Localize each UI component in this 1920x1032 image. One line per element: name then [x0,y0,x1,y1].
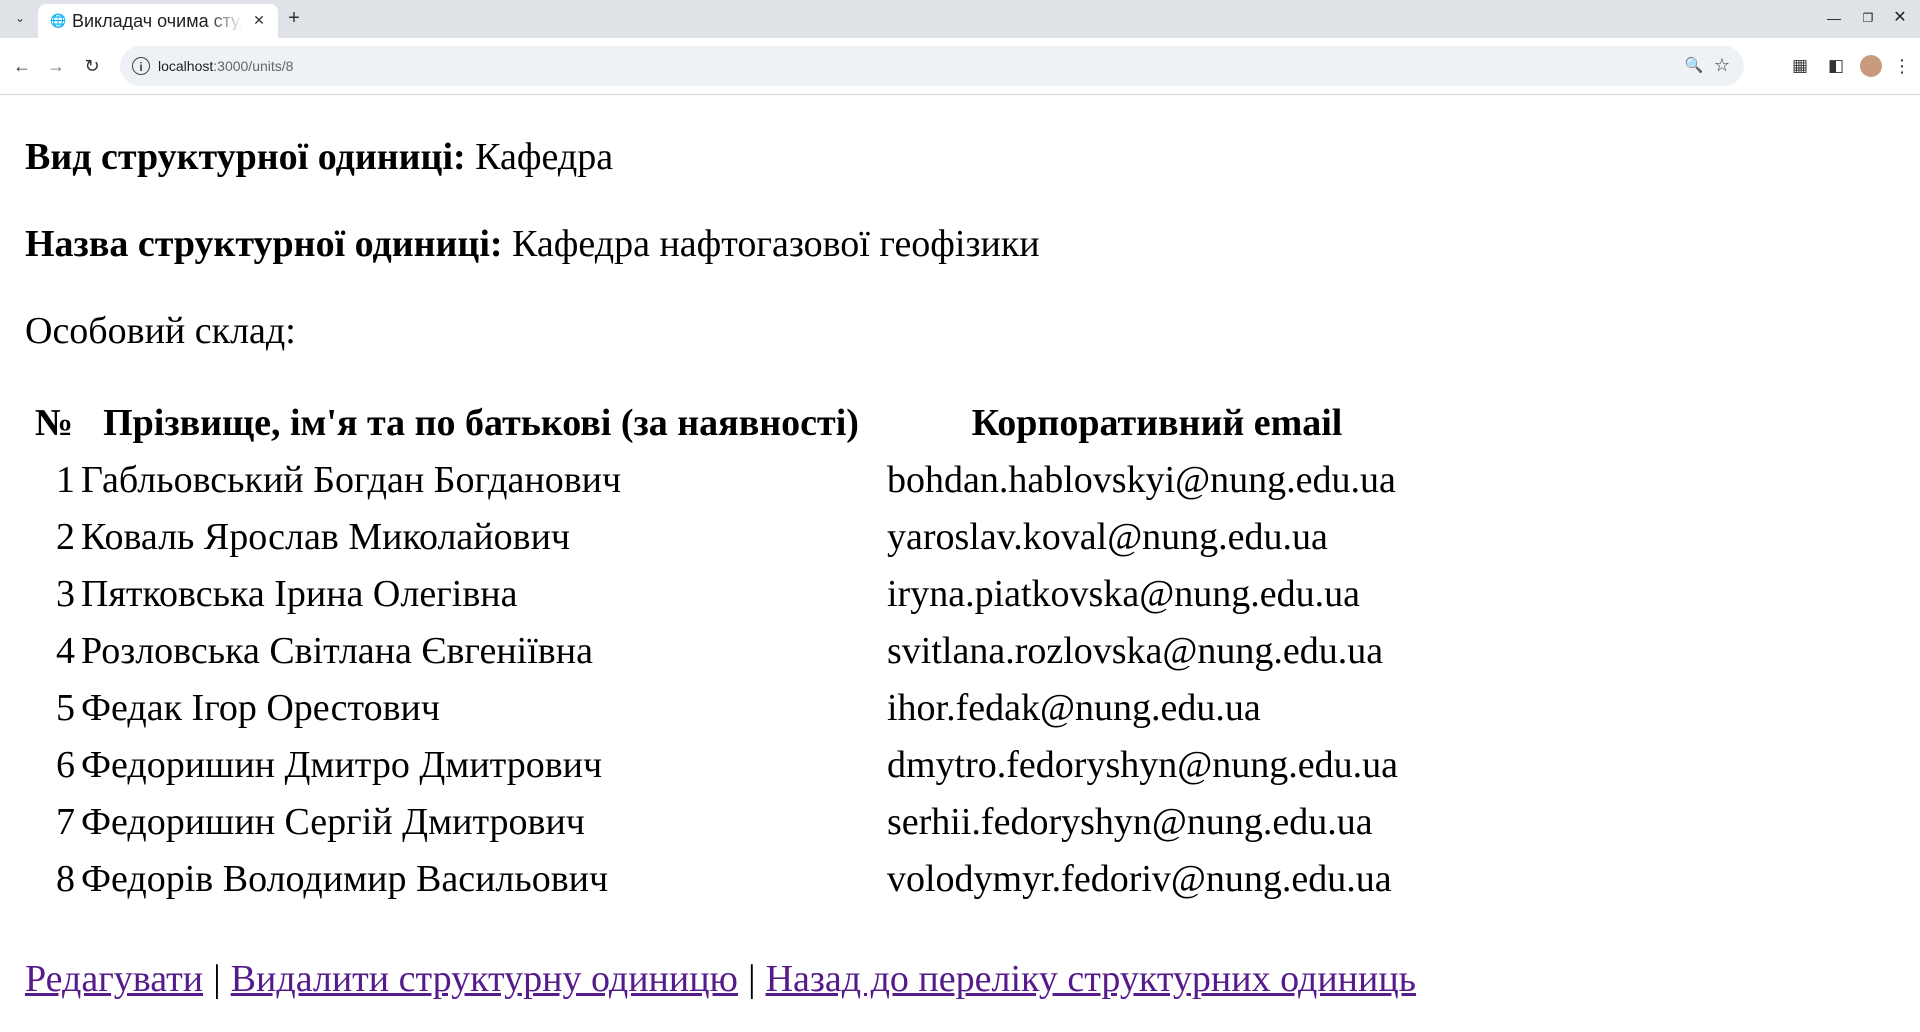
browser-tab-strip: ⌄ 🌐 Викладач очима студента ✕ + — ❐ ✕ [0,0,1920,38]
table-row: 3 Пятковська Ірина Олегівна iryna.piatko… [31,566,1429,623]
table-row: 1 Габльовський Богдан Богданович bohdan.… [31,452,1429,509]
unit-name: Назва структурної одиниці: Кафедра нафто… [25,222,1040,266]
action-links: Редагувати | Видалити структурну одиницю | Н… [25,957,1416,1001]
row-email: yaroslav.koval@nung.edu.ua [887,516,1328,558]
row-name: Федак Ігор Орестович [81,687,440,729]
row-number: 5 [56,687,75,729]
table-row: 2 Коваль Ярослав Миколайович yaroslav.ko… [31,509,1429,566]
window-close-icon[interactable]: ✕ [1888,8,1912,28]
row-number: 7 [56,801,75,843]
row-name: Габльовський Богдан Богданович [81,459,622,501]
row-email: svitlana.rozlovska@nung.edu.ua [887,630,1384,672]
unit-name-label: Назва структурної одиниці: [25,223,503,265]
url-host: localhost [158,58,214,74]
row-email: bohdan.hablovskyi@nung.edu.ua [887,459,1396,501]
delete-unit-link[interactable]: Видалити структурну одиницю [231,958,738,1000]
info-icon[interactable]: i [132,57,150,75]
side-panel-icon[interactable]: ◧ [1824,54,1848,78]
staff-heading: Особовий склад: [25,310,296,352]
table-header-row: № Прізвище, ім'я та по батькові (за наяв… [31,395,1429,452]
row-number: 4 [56,630,75,672]
row-name: Федорів Володимир Васильович [81,858,609,900]
row-email: dmytro.fedoryshyn@nung.edu.ua [887,744,1398,786]
row-number: 1 [56,459,75,501]
row-number: 6 [56,744,75,786]
table-row: 7 Федоришин Сергій Дмитрович serhii.fedo… [31,794,1429,851]
link-separator: | [213,958,221,1000]
restore-icon[interactable]: ❐ [1856,8,1880,28]
row-name: Пятковська Ірина Олегівна [81,573,518,615]
reload-icon[interactable]: ↻ [80,54,104,78]
zoom-icon[interactable]: 🔍 [1684,56,1704,76]
row-number: 8 [56,858,75,900]
arrow-left-icon[interactable]: ← [10,54,34,78]
row-name: Федоришин Сергій Дмитрович [81,801,585,843]
row-email: serhii.fedoryshyn@nung.edu.ua [887,801,1373,843]
puzzle-icon[interactable]: ▦ [1788,54,1812,78]
row-number: 2 [56,516,75,558]
link-separator: | [747,958,756,1000]
browser-tab[interactable]: 🌐 Викладач очима студента ✕ [38,4,278,38]
kebab-menu-icon[interactable]: ⋮ [1890,54,1914,78]
unit-type-value: Кафедра [475,136,614,178]
star-icon[interactable]: ☆ [1712,55,1732,75]
column-header-name: Прізвище, ім'я та по батькові (за наявно… [103,402,859,444]
column-header-email: Корпоративний email [971,402,1343,444]
avatar[interactable] [1860,55,1882,77]
row-email: volodymyr.fedoriv@nung.edu.ua [887,858,1392,900]
back-to-units-link[interactable]: Назад до переліку структурних одиниць [766,958,1416,1000]
row-email: ihor.fedak@nung.edu.ua [887,687,1261,729]
arrow-right-icon[interactable]: → [44,54,68,78]
chevron-down-icon[interactable]: ⌄ [10,8,30,28]
table-row: 6 Федоришин Дмитро Дмитрович dmytro.fedo… [31,737,1429,794]
address-bar[interactable]: i localhost:3000/units/8 🔍 ☆ [120,46,1744,86]
minimize-icon[interactable]: — [1822,8,1846,28]
globe-icon: 🌐 [50,13,67,28]
url-text[interactable]: localhost:3000/units/8 [158,57,293,75]
table-row: 5 Федак Ігор Орестович ihor.fedak@nung.e… [31,680,1429,737]
plus-icon[interactable]: + [284,8,304,28]
table-row: 8 Федорів Володимир Васильович volodymyr… [31,851,1429,908]
row-name: Розловська Світлана Євгеніївна [81,630,593,672]
row-number: 3 [56,573,75,615]
unit-type-label: Вид структурної одиниці: [25,136,466,178]
close-icon[interactable]: ✕ [250,11,268,29]
unit-type: Вид структурної одиниці: Кафедра [25,135,613,179]
browser-toolbar: ← → ↻ i localhost:3000/units/8 🔍 ☆ ▦ ◧ ⋮ [0,38,1920,95]
column-header-number: № [34,402,74,444]
row-name: Коваль Ярослав Миколайович [81,516,571,558]
edit-link[interactable]: Редагувати [25,958,203,1000]
row-email: iryna.piatkovska@nung.edu.ua [887,573,1360,615]
staff-table: № Прізвище, ім'я та по батькові (за наяв… [29,395,1431,908]
unit-name-value: Кафедра нафтогазової геофізики [512,223,1040,265]
table-row: 4 Розловська Світлана Євгеніївна svitlan… [31,623,1429,680]
tab-title: Викладач очима студента [72,12,242,30]
url-path: :3000/units/8 [213,58,294,74]
row-name: Федоришин Дмитро Дмитрович [81,744,603,786]
